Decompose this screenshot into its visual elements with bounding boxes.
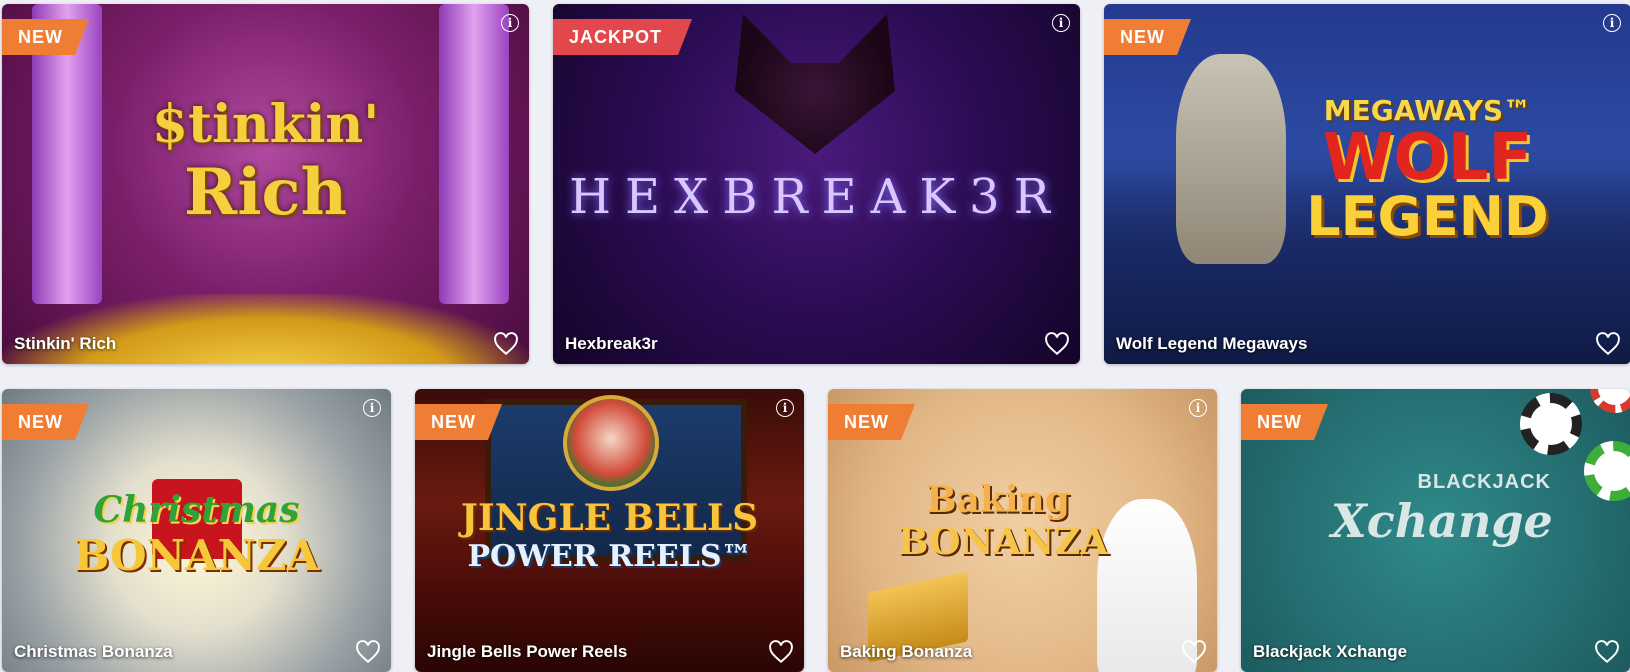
logo-line-1: Baking (926, 479, 1070, 521)
game-logo: $tinkin' Rich (2, 94, 529, 230)
game-title: Baking Bonanza (840, 642, 973, 661)
new-badge: NEW (2, 19, 89, 55)
logo-line-2: WOLF (1322, 121, 1533, 195)
new-badge: NEW (828, 404, 915, 440)
game-title: Wolf Legend Megaways (1116, 334, 1308, 353)
logo-line-1: $tinkin' (151, 94, 380, 155)
info-icon[interactable]: i (501, 14, 519, 32)
new-badge: NEW (1241, 404, 1328, 440)
game-card-baking-bonanza[interactable]: Baking BONANZA NEW i Baking Bonanza (828, 389, 1217, 672)
game-title: Blackjack Xchange (1253, 642, 1408, 661)
logo-line-2: Rich (184, 155, 347, 230)
game-title: Jingle Bells Power Reels (427, 642, 628, 661)
info-icon[interactable]: i (1189, 399, 1207, 417)
heart-outline-icon[interactable] (493, 332, 519, 356)
game-card-blackjack-xchange[interactable]: BLACKJACK Xchange NEW Blackjack Xchange (1241, 389, 1630, 672)
heart-outline-icon[interactable] (1044, 332, 1070, 356)
logo-line-3: LEGEND (1306, 185, 1549, 248)
games-row-2: Christmas BONANZA NEW i Christmas Bonanz… (2, 389, 1630, 672)
logo-line-1: JINGLE BELLS (460, 497, 759, 539)
new-badge: NEW (2, 404, 89, 440)
game-card-wolf-legend-megaways[interactable]: MEGAWAYS™ WOLF LEGEND NEW i Wolf Legend … (1104, 4, 1630, 364)
logo-line-1: Christmas (93, 489, 300, 531)
info-icon[interactable]: i (776, 399, 794, 417)
info-icon[interactable]: i (363, 399, 381, 417)
game-logo: Christmas BONANZA (2, 489, 391, 580)
heart-outline-icon[interactable] (1181, 640, 1207, 664)
info-icon[interactable]: i (1052, 14, 1070, 32)
game-card-jingle-bells-power-reels[interactable]: JINGLE BELLS POWER REELS™ NEW i Jingle B… (415, 389, 804, 672)
heart-outline-icon[interactable] (1595, 332, 1621, 356)
game-title: Stinkin' Rich (14, 334, 117, 353)
logo-line-2: POWER REELS™ (467, 539, 752, 574)
game-logo: JINGLE BELLS POWER REELS™ (415, 497, 804, 574)
logo-line-1: BLACKJACK (1417, 471, 1551, 493)
games-row-1: $tinkin' Rich NEW i Stinkin' Rich HEXBRE… (2, 4, 1630, 364)
game-logo: BLACKJACK Xchange (1331, 471, 1553, 548)
new-badge: NEW (1104, 19, 1191, 55)
game-card-hexbreak3r[interactable]: HEXBREAK3R JACKPOT i Hexbreak3r (553, 4, 1080, 364)
game-card-stinkin-rich[interactable]: $tinkin' Rich NEW i Stinkin' Rich (2, 4, 529, 364)
game-logo: Baking BONANZA (898, 479, 1109, 563)
game-card-christmas-bonanza[interactable]: Christmas BONANZA NEW i Christmas Bonanz… (2, 389, 391, 672)
heart-outline-icon[interactable] (768, 640, 794, 664)
info-icon[interactable]: i (1603, 14, 1621, 32)
logo-line-2: BONANZA (73, 531, 320, 580)
poker-chip-black (1520, 393, 1582, 455)
heart-outline-icon[interactable] (355, 640, 381, 664)
game-logo: HEXBREAK3R (569, 169, 1064, 225)
logo-line-2: Xchange (1331, 494, 1553, 548)
game-logo: MEGAWAYS™ WOLF LEGEND (1224, 94, 1630, 245)
heart-outline-icon[interactable] (1594, 640, 1620, 664)
jackpot-badge: JACKPOT (553, 19, 692, 55)
logo-line-2: BONANZA (898, 521, 1109, 563)
new-badge: NEW (415, 404, 502, 440)
game-title: Christmas Bonanza (14, 642, 173, 661)
santa-portrait (563, 395, 659, 491)
game-title: Hexbreak3r (565, 334, 658, 353)
